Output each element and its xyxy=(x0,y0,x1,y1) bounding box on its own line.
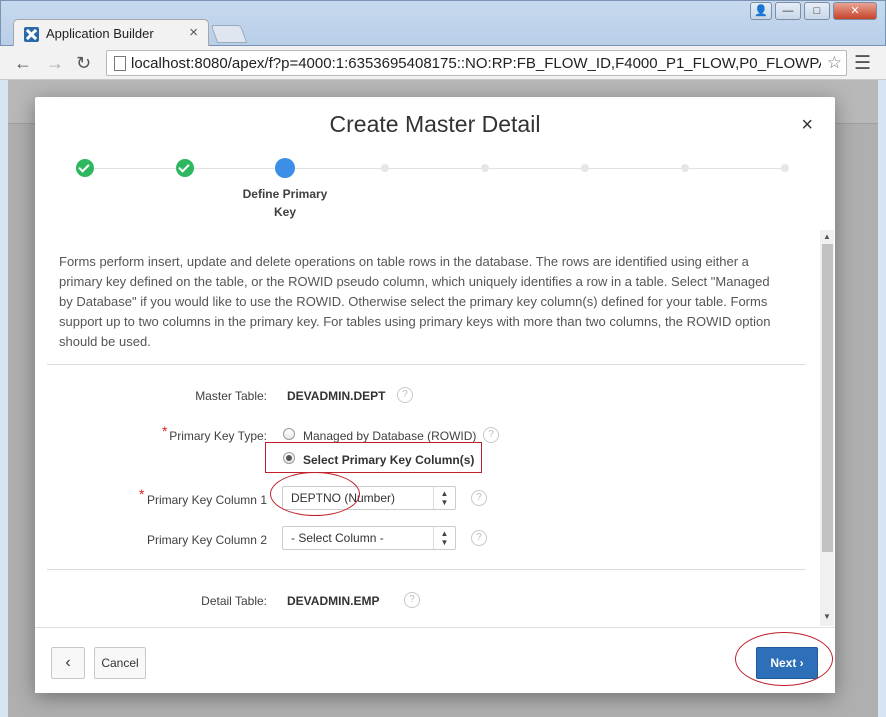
window-controls: 👤 — □ ✕ xyxy=(750,2,877,20)
master-table-value: DEVADMIN.DEPT xyxy=(287,389,386,403)
step-done-check-icon xyxy=(176,159,194,177)
back-arrow-icon[interactable]: ← xyxy=(14,53,32,73)
annotation-ellipse xyxy=(270,472,360,516)
bookmark-star-icon[interactable]: ☆ xyxy=(827,53,842,73)
annotation-ellipse xyxy=(735,632,833,686)
wizard-progress: Define Primary Key xyxy=(35,97,835,227)
divider xyxy=(47,569,806,570)
master-table-label: Master Table: xyxy=(195,389,267,403)
minimize-button[interactable]: — xyxy=(775,2,801,20)
step-future-dot xyxy=(481,164,489,172)
browser-toolbar: ← → ↻ localhost:8080/apex/f?p=4000:1:635… xyxy=(0,46,886,80)
dialog-scrollbar[interactable]: ▲ ▼ xyxy=(820,230,834,626)
help-icon[interactable]: ? xyxy=(404,592,420,608)
radio-rowid[interactable] xyxy=(283,428,295,440)
step-future-dot xyxy=(381,164,389,172)
radio-select-pk[interactable] xyxy=(283,452,295,464)
pk-col2-select[interactable]: - Select Column - ▲ ▼ xyxy=(282,526,456,550)
pk-col2-label: Primary Key Column 2 xyxy=(146,533,267,547)
user-icon[interactable]: 👤 xyxy=(750,2,772,20)
window-close-button[interactable]: ✕ xyxy=(833,2,877,20)
create-master-detail-dialog: Create Master Detail × Define Primary Ke… xyxy=(35,97,835,693)
step-done-check-icon xyxy=(76,159,94,177)
detail-table-value: DEVADMIN.EMP xyxy=(287,594,380,608)
radio-rowid-label[interactable]: Managed by Database (ROWID) xyxy=(303,429,476,443)
help-icon[interactable]: ? xyxy=(397,387,413,403)
new-tab-button[interactable] xyxy=(210,25,248,43)
address-bar[interactable]: localhost:8080/apex/f?p=4000:1:635369540… xyxy=(106,50,847,76)
divider xyxy=(47,364,806,365)
current-step-label: Define Primary Key xyxy=(242,187,328,219)
pk-col1-label: Primary Key Column 1 xyxy=(146,493,267,507)
pk-type-label: Primary Key Type: xyxy=(169,429,267,443)
help-icon[interactable]: ? xyxy=(471,490,487,506)
url-text[interactable]: localhost:8080/apex/f?p=4000:1:635369540… xyxy=(131,55,821,72)
select-updown-icon: ▲ ▼ xyxy=(433,487,455,509)
forward-arrow-icon[interactable]: → xyxy=(46,53,64,73)
back-button[interactable]: ‹ xyxy=(51,647,85,679)
step-future-dot xyxy=(781,164,789,172)
radio-select-pk-label[interactable]: Select Primary Key Column(s) xyxy=(303,453,474,467)
tab-close-icon[interactable]: × xyxy=(189,24,198,41)
browser-menu-icon[interactable]: ☰ xyxy=(854,52,871,75)
apex-app-icon xyxy=(24,27,39,42)
help-icon[interactable]: ? xyxy=(483,427,499,443)
browser-titlebar: Application Builder × 👤 — □ ✕ xyxy=(0,0,886,47)
page-icon xyxy=(114,56,126,71)
select-updown-icon: ▲ ▼ xyxy=(433,527,455,549)
step-future-dot xyxy=(681,164,689,172)
dialog-footer: ‹ Cancel Next › xyxy=(35,627,835,693)
description-text: Forms perform insert, update and delete … xyxy=(59,254,771,349)
dialog-body: Forms perform insert, update and delete … xyxy=(47,230,820,626)
detail-table-label: Detail Table: xyxy=(201,594,267,608)
scroll-down-icon[interactable]: ▼ xyxy=(820,612,834,624)
cancel-button[interactable]: Cancel xyxy=(94,647,146,679)
help-icon[interactable]: ? xyxy=(471,530,487,546)
reload-icon[interactable]: ↻ xyxy=(76,53,91,73)
browser-tab[interactable]: Application Builder × xyxy=(13,19,209,47)
maximize-button[interactable]: □ xyxy=(804,2,830,20)
step-future-dot xyxy=(581,164,589,172)
step-current-icon xyxy=(275,158,295,178)
scroll-up-icon[interactable]: ▲ xyxy=(820,232,834,244)
pk-col2-value: - Select Column - xyxy=(291,531,384,545)
tab-title: Application Builder xyxy=(46,26,154,41)
scroll-thumb[interactable] xyxy=(822,244,833,552)
